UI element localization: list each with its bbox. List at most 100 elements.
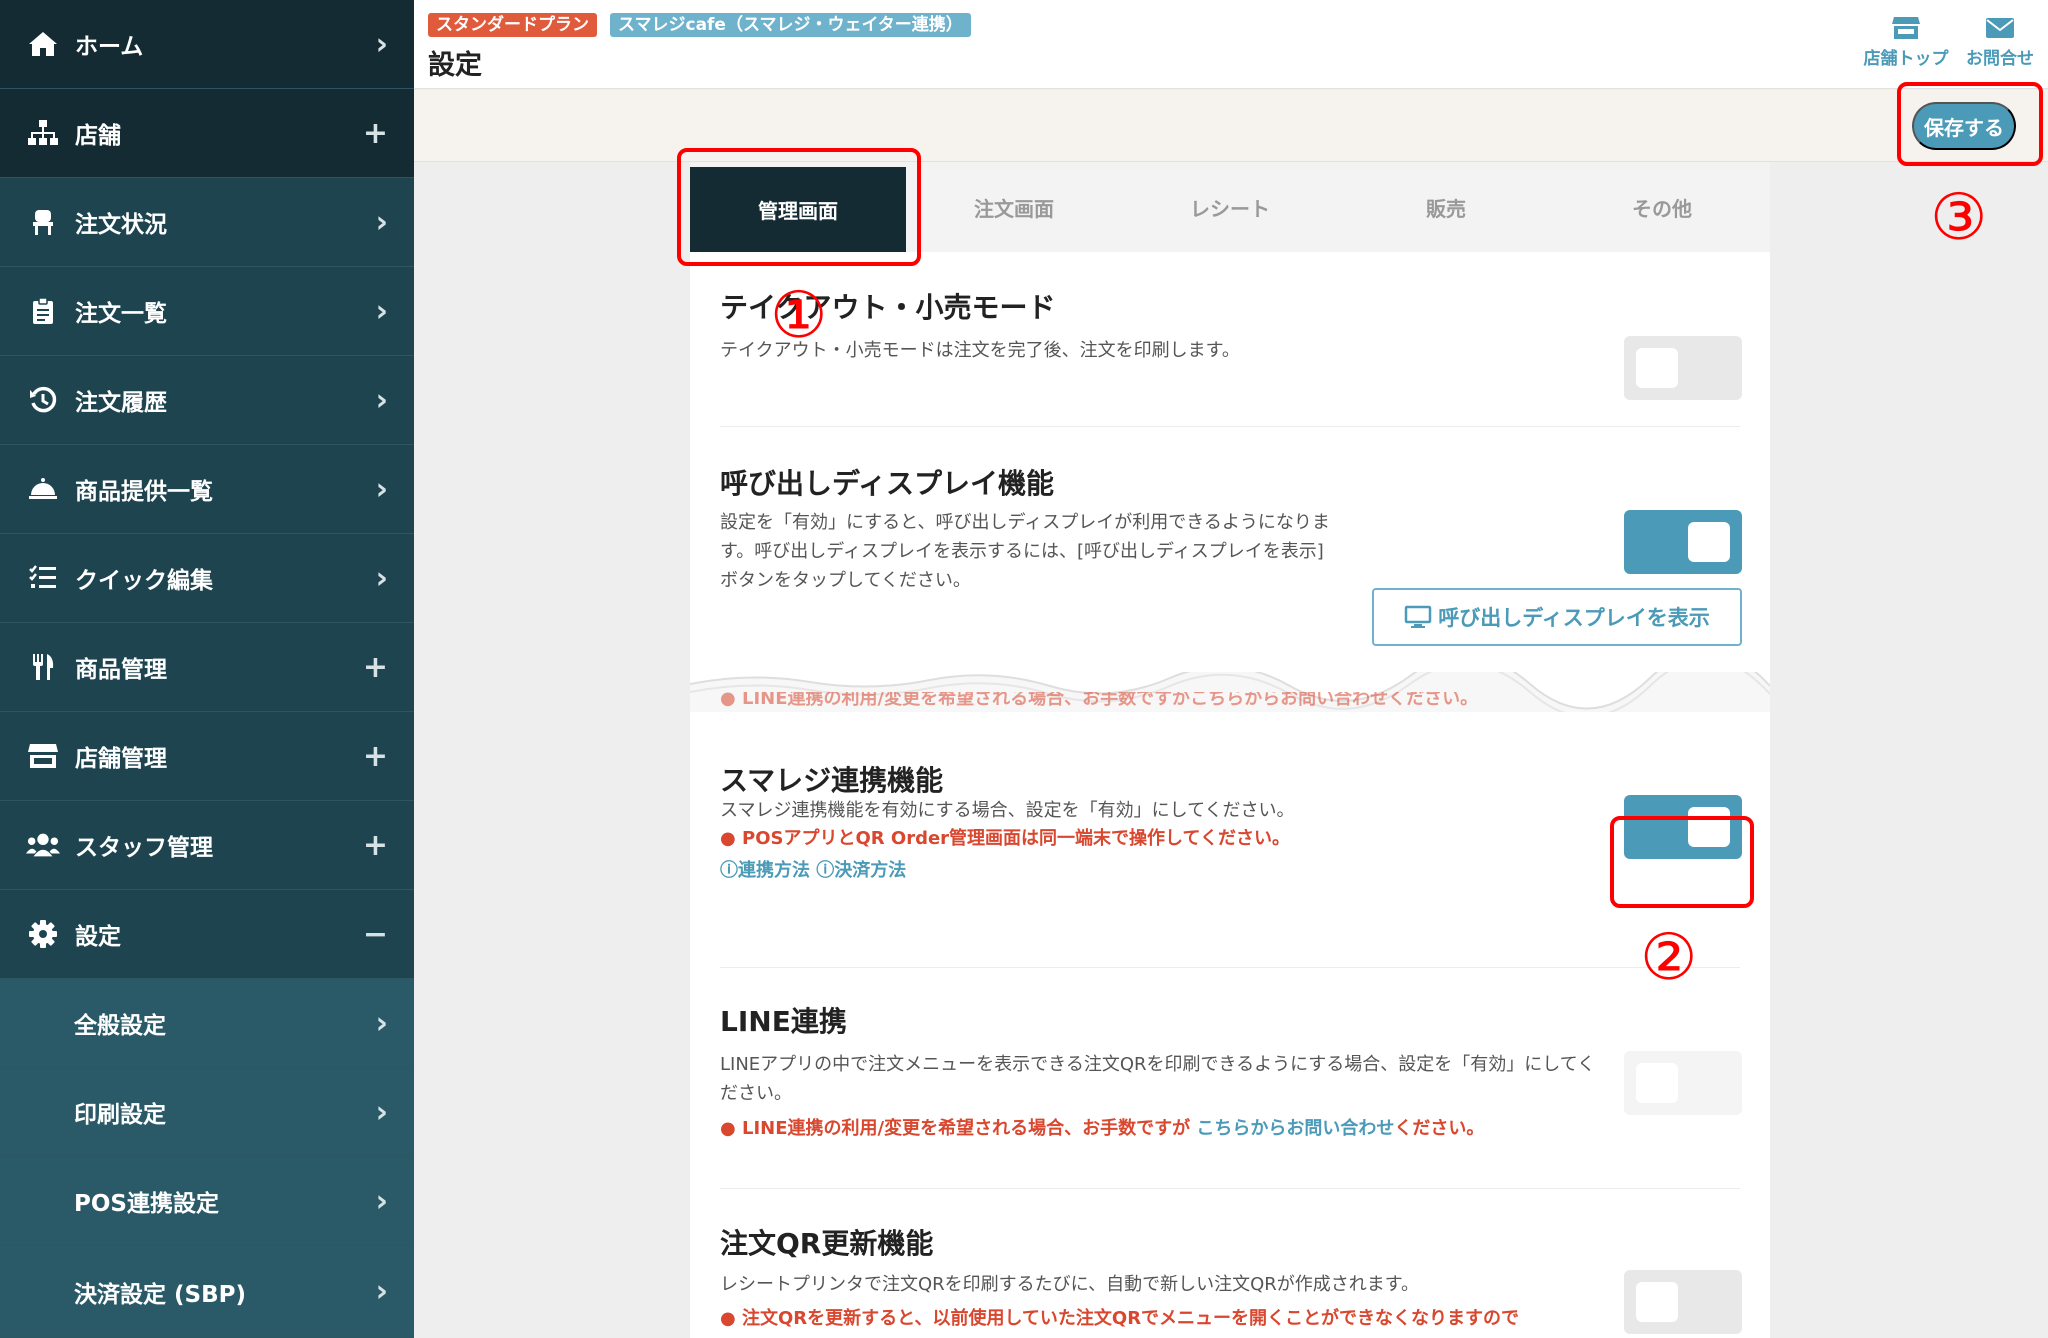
line-warning: ● LINE連携の利用/変更を希望される場合、お手数ですが こちらからお問い合わ… (720, 1118, 1485, 1139)
sidebar-item-label: 商品管理 (75, 657, 167, 683)
tab-order-screen[interactable]: 注文画面 (906, 162, 1122, 252)
page-title: 設定 (428, 50, 482, 81)
storefront-icon (1891, 16, 1921, 40)
envelope-icon (1985, 16, 2015, 40)
info-icon: ● (720, 828, 736, 849)
chevron-right-icon: › (375, 382, 388, 418)
cut-warning: ● LINE連携の利用/変更を希望される場合、お手数ですがこちらからお問い合わせ… (720, 692, 1479, 708)
help-link-payment[interactable]: ⓘ決済方法 (816, 860, 906, 881)
line-title: LINE連携 (720, 1005, 847, 1038)
call-display-title: 呼び出しディスプレイ機能 (720, 467, 1055, 500)
line-toggle[interactable] (1624, 1051, 1742, 1115)
plus-icon: + (362, 738, 388, 774)
tab-other[interactable]: その他 (1554, 162, 1770, 252)
chevron-right-icon: › (375, 471, 388, 507)
tab-receipt[interactable]: レシート (1122, 162, 1338, 252)
toggle-knob (1636, 1282, 1678, 1322)
chevron-right-icon: › (375, 204, 388, 240)
smaregi-help-links: ⓘ連携方法 ⓘ決済方法 (720, 856, 906, 882)
line-desc: LINEアプリの中で注文メニューを表示できる注文QRを印刷できるようにする場合、… (720, 1054, 1596, 1104)
top-header: スタンダードプラン スマレジcafe（スマレジ・ウェイター連携） 設定 店舗トッ… (414, 0, 2048, 89)
sidebar-item-product-management[interactable]: 商品管理 + (0, 623, 414, 712)
sidebar-item-print-settings[interactable]: 印刷設定 › (0, 1068, 414, 1157)
toggle-knob (1688, 522, 1730, 562)
sidebar-item-label: 注文履歴 (75, 390, 167, 416)
toggle-knob (1636, 1063, 1678, 1103)
store-top-link[interactable]: 店舗トップ (1856, 16, 1956, 69)
smaregi-title: スマレジ連携機能 (720, 764, 944, 797)
contact-label: お問合せ (1966, 49, 2034, 69)
sidebar-item-payment-settings[interactable]: 決済設定 (SBP) › (0, 1246, 414, 1338)
sidebar-item-label: 店舗管理 (75, 746, 167, 772)
sidebar-item-label: 注文状況 (75, 212, 167, 238)
bell-icon (26, 472, 60, 506)
sidebar: ホーム › 店舗 + 注文状況 › 注文一覧 › 注文履歴 › 商品提供一覧 ›… (0, 0, 414, 1338)
info-icon: ● (720, 1308, 736, 1329)
sidebar-item-store[interactable]: 店舗 + (0, 89, 414, 178)
annotation-number-2: ② (1640, 921, 1698, 995)
plus-icon: + (362, 827, 388, 863)
line-contact-link[interactable]: こちらからお問い合わせ (1196, 1118, 1394, 1139)
sidebar-item-settings[interactable]: 設定 − (0, 890, 414, 979)
divider (720, 967, 1740, 968)
qr-update-toggle[interactable] (1624, 1270, 1742, 1334)
sidebar-item-order-status[interactable]: 注文状況 › (0, 178, 414, 267)
history-icon (26, 383, 60, 417)
chevron-right-icon: › (375, 560, 388, 596)
info-icon: ● (720, 1118, 736, 1139)
sidebar-item-staff-management[interactable]: スタッフ管理 + (0, 801, 414, 890)
storefront-icon (26, 739, 60, 773)
contact-link[interactable]: お問合せ (1962, 16, 2038, 69)
sidebar-item-serving-list[interactable]: 商品提供一覧 › (0, 445, 414, 534)
gear-icon (26, 917, 60, 951)
highlight-box-save (1897, 82, 2043, 166)
sidebar-item-quick-edit[interactable]: クイック編集 › (0, 534, 414, 623)
takeout-toggle[interactable] (1624, 336, 1742, 400)
store-badge: スマレジcafe（スマレジ・ウェイター連携） (610, 13, 971, 37)
smaregi-desc: スマレジ連携機能を有効にする場合、設定を「有効」にしてください。 (720, 800, 1295, 821)
sidebar-item-pos-settings[interactable]: POS連携設定 › (0, 1157, 414, 1246)
chair-icon (26, 205, 60, 239)
store-tree-icon (26, 116, 60, 150)
sidebar-item-label: スタッフ管理 (75, 835, 213, 861)
smaregi-warning: ● POSアプリとQR Order管理画面は同一端末で操作してください。 (720, 828, 1290, 849)
sidebar-item-label: 設定 (75, 924, 121, 950)
plus-icon: + (362, 115, 388, 151)
sidebar-item-label: 決済設定 (SBP) (74, 1281, 246, 1308)
sidebar-item-order-history[interactable]: 注文履歴 › (0, 356, 414, 445)
sidebar-item-label: POS連携設定 (74, 1191, 219, 1217)
divider (720, 1188, 1740, 1189)
call-display-toggle[interactable] (1624, 510, 1742, 574)
list-edit-icon (26, 561, 60, 595)
show-call-display-button[interactable]: 呼び出しディスプレイを表示 (1372, 588, 1742, 646)
qr-update-desc: レシートプリンタで注文QRを印刷するたびに、自動で新しい注文QRが作成されます。 (720, 1274, 1420, 1295)
call-display-desc: 設定を「有効」にすると、呼び出しディスプレイが利用できるようになります。呼び出し… (720, 512, 1330, 591)
settings-panel: 管理画面 注文画面 レシート 販売 その他 テイクアウト・小売モード テイクアウ… (690, 162, 1770, 1338)
sidebar-item-label: クイック編集 (75, 568, 213, 594)
chevron-right-icon: › (375, 1005, 388, 1041)
sidebar-item-label: 商品提供一覧 (75, 479, 213, 505)
sidebar-item-label: 印刷設定 (74, 1102, 166, 1128)
highlight-box-tab (677, 148, 921, 266)
plan-badge: スタンダードプラン (428, 13, 597, 37)
highlight-box-toggle (1610, 816, 1754, 908)
sidebar-item-store-management[interactable]: 店舗管理 + (0, 712, 414, 801)
sidebar-item-label: 注文一覧 (75, 301, 167, 327)
home-icon (26, 27, 60, 61)
sidebar-item-label: 店舗 (75, 123, 121, 149)
sidebar-item-general-settings[interactable]: 全般設定 › (0, 979, 414, 1068)
monitor-icon (1404, 605, 1432, 628)
sidebar-item-order-list[interactable]: 注文一覧 › (0, 267, 414, 356)
sidebar-item-label: 全般設定 (74, 1013, 166, 1039)
tab-sales[interactable]: 販売 (1338, 162, 1554, 252)
chevron-right-icon: › (375, 26, 388, 62)
action-bar (414, 90, 2048, 162)
divider (720, 426, 1740, 427)
chevron-right-icon: › (375, 293, 388, 329)
annotation-number-1: ① (770, 279, 828, 353)
sidebar-item-home[interactable]: ホーム › (0, 0, 414, 89)
clipboard-icon (26, 294, 60, 328)
show-call-display-label: 呼び出しディスプレイを表示 (1438, 607, 1710, 630)
chevron-right-icon: › (375, 1094, 388, 1130)
help-link-integration[interactable]: ⓘ連携方法 (720, 860, 810, 881)
